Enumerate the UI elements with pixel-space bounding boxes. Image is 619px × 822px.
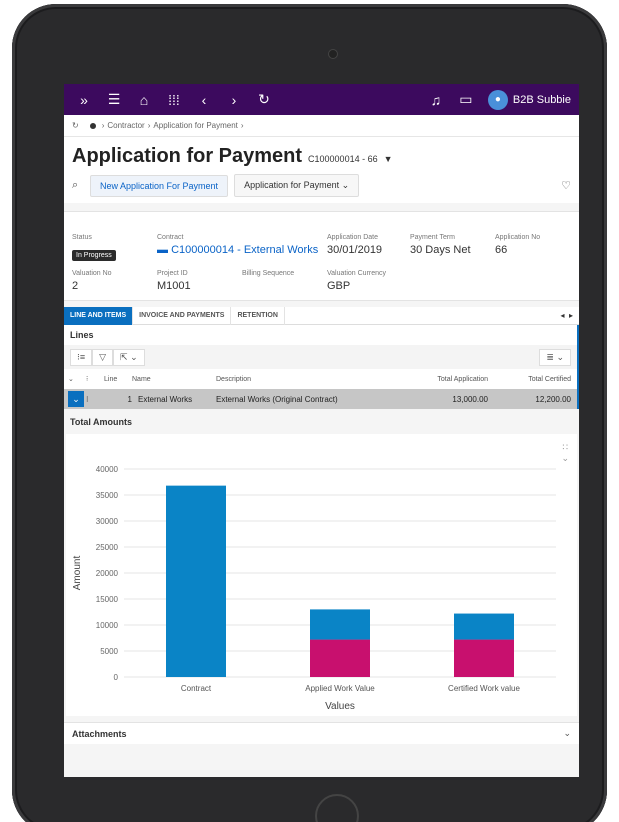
more-icon[interactable]: ⁝ xyxy=(86,375,104,383)
cart-icon[interactable]: ▭ xyxy=(454,91,478,108)
application-date-field: Application Date 30/01/2019 xyxy=(327,234,383,256)
y-tick-label: 15000 xyxy=(96,595,119,604)
attachments-section[interactable]: Attachments ⌄ xyxy=(64,722,579,744)
chevron-down-icon[interactable]: ⌄ xyxy=(563,728,571,739)
page-header: Application for Payment C100000014 - 66 … xyxy=(64,137,579,203)
tab-scroll-arrows[interactable]: ◂ ▸ xyxy=(561,311,579,320)
back-icon[interactable]: ‹ xyxy=(192,92,216,108)
lines-section: Lines ⁝≡ ▽ ⇱ ⌄ ≣ ⌄ ⌄ ⁝ Line Name Descrip… xyxy=(64,325,579,409)
more-icon[interactable]: ⁝ xyxy=(86,395,104,404)
breadcrumb: ↻ › Contractor › Application for Payment… xyxy=(64,115,579,137)
refresh-icon[interactable]: ↻ xyxy=(252,91,276,108)
tab-bar: LINE AND ITEMS INVOICE AND PAYMENTS RETE… xyxy=(64,306,579,325)
tab-invoice-and-payments[interactable]: INVOICE AND PAYMENTS xyxy=(133,306,232,325)
contract-field: Contract ▬ C100000014 - External Works xyxy=(157,234,327,262)
caret-down-icon[interactable]: ▼ xyxy=(384,154,393,164)
lines-title: Lines xyxy=(70,330,94,340)
status-badge: In Progress xyxy=(72,250,116,261)
y-axis-label: Amount xyxy=(72,556,83,591)
table-row[interactable]: ⌄ ⁝ 1 External Works External Works (Ori… xyxy=(64,389,577,409)
x-axis-label: Values xyxy=(325,701,355,712)
y-tick-label: 25000 xyxy=(96,543,119,552)
breadcrumb-application[interactable]: Application for Payment xyxy=(153,121,238,130)
valuation-no-field: Valuation No 2 xyxy=(72,270,112,292)
menu-icon[interactable]: ☰ xyxy=(102,91,126,108)
y-tick-label: 10000 xyxy=(96,621,119,630)
x-tick-label: Contract xyxy=(181,684,212,693)
tab-retention[interactable]: RETENTION xyxy=(231,306,285,325)
bar-chart: 0 5000 10000 15000 20000 25000 30000 35000 40000… xyxy=(72,465,556,712)
user-name[interactable]: B2B Subbie xyxy=(513,94,571,106)
new-application-button[interactable]: New Application For Payment xyxy=(90,174,229,197)
chevron-right-icon: › xyxy=(240,121,244,130)
column-settings-icon[interactable]: ≣ ⌄ xyxy=(539,348,571,366)
home-icon[interactable]: ⌂ xyxy=(132,92,156,108)
chevron-down-icon[interactable]: ⌄ xyxy=(68,375,86,383)
total-amounts-title: Total Amounts xyxy=(70,417,132,427)
camera xyxy=(328,49,338,59)
lines-toolbar: ⁝≡ ▽ ⇱ ⌄ ≣ ⌄ xyxy=(64,345,577,369)
dot-icon xyxy=(89,122,96,129)
x-tick-label: Applied Work Value xyxy=(305,684,375,693)
y-tick-label: 35000 xyxy=(96,491,119,500)
apps-icon[interactable]: ⁞⁞⁞ xyxy=(162,92,186,108)
y-tick-label: 20000 xyxy=(96,569,119,578)
project-id-field: Project ID M1001 xyxy=(157,270,191,292)
y-tick-label: 40000 xyxy=(96,465,119,474)
chevron-right-icon: › xyxy=(147,121,151,130)
total-amounts-chart: 0 5000 10000 15000 20000 25000 30000 35000 40000… xyxy=(66,434,577,716)
refresh-icon[interactable]: ↻ xyxy=(72,121,79,130)
bell-icon[interactable]: ♫ xyxy=(424,92,448,108)
y-tick-label: 0 xyxy=(114,673,119,682)
export-icon[interactable]: ⇱ ⌄ xyxy=(113,348,145,366)
avatar[interactable]: ● xyxy=(487,89,508,110)
forward-icon[interactable]: › xyxy=(222,92,246,108)
lines-table-header: ⌄ ⁝ Line Name Description Total Applicat… xyxy=(64,369,577,389)
x-tick-label: Certified Work value xyxy=(448,684,520,693)
bar xyxy=(310,639,370,677)
app-screen: » ☰ ⌂ ⁞⁞⁞ ‹ › ↻ ♫ ▭ ● B2B Subbie ↻ › Con… xyxy=(64,84,579,777)
bar xyxy=(310,609,370,640)
bar xyxy=(166,485,226,677)
contract-icon: ▬ xyxy=(157,244,168,256)
info-panel: Status In Progress Contract ▬ C100000014… xyxy=(64,211,579,301)
contract-link[interactable]: ▬ C100000014 - External Works xyxy=(157,244,327,256)
top-nav-bar: » ☰ ⌂ ⁞⁞⁞ ‹ › ↻ ♫ ▭ ● B2B Subbie xyxy=(64,84,579,115)
y-tick-label: 5000 xyxy=(100,647,118,656)
breadcrumb-contractor[interactable]: Contractor xyxy=(107,121,144,130)
tab-line-and-items[interactable]: LINE AND ITEMS xyxy=(64,306,134,325)
chart-menu[interactable]: ∷ ⌄ xyxy=(561,442,569,464)
paperclip-icon[interactable]: ⌕ xyxy=(72,179,90,192)
record-id: C100000014 - 66 xyxy=(308,154,378,164)
chevron-right-icon: › xyxy=(101,121,105,130)
billing-sequence-field: Billing Sequence xyxy=(242,270,295,277)
home-button xyxy=(315,794,359,822)
payment-term-field: Payment Term 30 Days Net xyxy=(410,234,471,256)
valuation-currency-field: Valuation Currency GBP xyxy=(327,270,387,292)
expand-icon[interactable]: » xyxy=(72,92,96,108)
bar xyxy=(454,613,514,640)
status-field: Status In Progress xyxy=(72,234,157,262)
heart-icon[interactable]: ♡ xyxy=(561,179,571,192)
list-icon[interactable]: ⁝≡ xyxy=(70,348,93,366)
chevron-down-icon[interactable]: ⌄ xyxy=(68,391,84,407)
filter-icon[interactable]: ▽ xyxy=(92,348,114,366)
bar xyxy=(454,639,514,677)
y-tick-label: 30000 xyxy=(96,517,119,526)
page-title: Application for Payment xyxy=(72,145,303,167)
application-dropdown-button[interactable]: Application for Payment ⌄ xyxy=(234,174,360,197)
application-no-field: Application No 66 xyxy=(495,234,541,256)
